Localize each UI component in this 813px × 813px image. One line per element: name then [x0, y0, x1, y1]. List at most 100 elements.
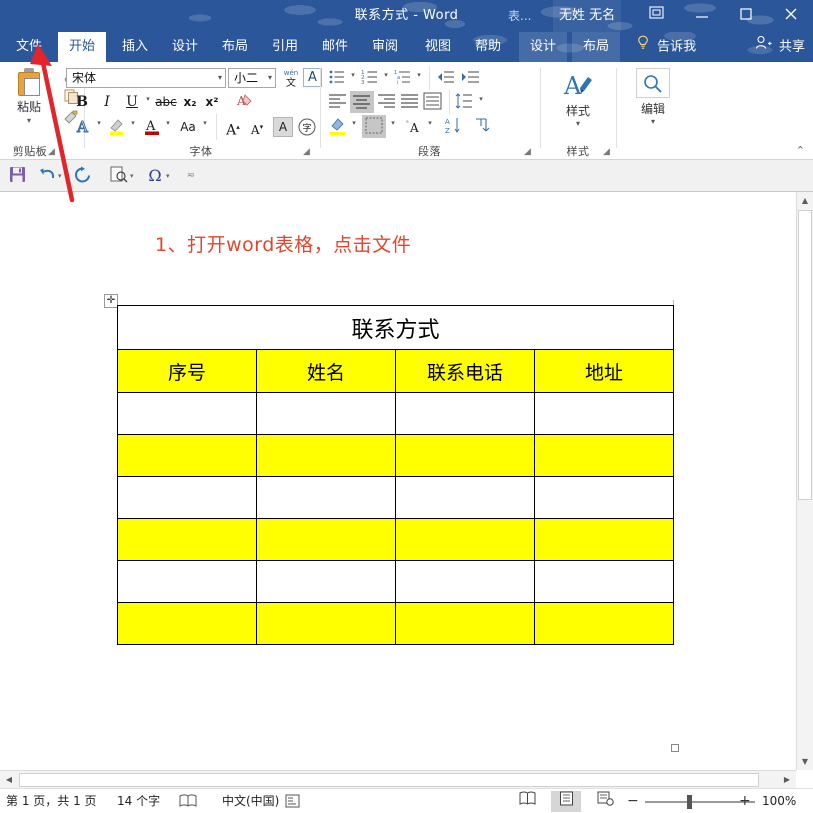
read-mode-icon[interactable] — [512, 791, 542, 812]
font-size-dropdown-icon[interactable]: ▾ — [268, 69, 272, 87]
symbol-omega-icon[interactable]: Ω — [144, 166, 166, 186]
font-color-dropdown-icon[interactable]: ▾ — [163, 119, 173, 133]
styles-dialog-launcher-icon[interactable]: ◢ — [601, 147, 612, 158]
align-right-icon[interactable] — [376, 92, 398, 112]
zoom-out-button[interactable]: − — [627, 789, 639, 813]
table-header-cell-2[interactable]: 联系电话 — [395, 349, 535, 393]
multilevel-list-icon[interactable]: 1 a i — [393, 68, 413, 88]
tab-home[interactable]: 开始 — [58, 32, 106, 62]
close-icon[interactable] — [768, 0, 813, 32]
show-formatting-marks-icon[interactable] — [472, 116, 494, 138]
account-hint[interactable]: 表... — [508, 0, 531, 32]
table-cell[interactable] — [256, 392, 396, 435]
language-indicator[interactable]: 中文(中国) — [222, 789, 279, 813]
phonetic-guide-icon[interactable]: wén 文 — [281, 67, 301, 89]
editing-button[interactable]: 编辑 ▾ — [630, 68, 676, 126]
word-count[interactable]: 14 个字 — [117, 789, 160, 813]
proofing-errors-icon[interactable] — [179, 789, 199, 813]
bold-button[interactable]: B — [72, 92, 92, 112]
underline-button[interactable]: U — [122, 92, 142, 112]
table-cell[interactable] — [534, 560, 674, 603]
numbered-list-icon[interactable]: 1 2 3 — [360, 68, 380, 88]
print-preview-dropdown-icon[interactable]: ▾ — [130, 172, 134, 180]
scroll-down-icon[interactable]: ▼ — [797, 753, 813, 770]
justify-icon[interactable] — [399, 92, 421, 112]
enclose-character-icon[interactable]: 字 — [297, 117, 317, 137]
sort-icon[interactable]: A Z — [443, 116, 465, 138]
increase-indent-icon[interactable] — [459, 68, 481, 88]
paragraph-shading-dropdown-icon[interactable]: ▾ — [349, 119, 359, 133]
chevron-up-icon[interactable]: ⌃ — [796, 144, 805, 157]
tab-layout[interactable]: 布局 — [214, 32, 256, 62]
table-cell[interactable] — [395, 392, 535, 435]
italic-button[interactable]: I — [97, 92, 117, 112]
table-cell[interactable] — [395, 476, 535, 519]
font-name-dropdown-icon[interactable]: ▾ — [218, 69, 222, 87]
clear-formatting-icon[interactable]: A — [233, 92, 255, 112]
strikethrough-icon[interactable]: abc — [155, 92, 177, 112]
tab-insert[interactable]: 插入 — [114, 32, 156, 62]
table-cell[interactable] — [117, 434, 257, 477]
line-spacing-dropdown-icon[interactable]: ▾ — [476, 95, 486, 109]
maximize-icon[interactable] — [724, 0, 768, 32]
share-button[interactable]: 共享 — [755, 32, 805, 62]
undo-icon[interactable] — [36, 166, 58, 186]
table-cell[interactable] — [117, 602, 257, 645]
ribbon-display-options-icon[interactable] — [634, 0, 678, 32]
scroll-up-icon[interactable]: ▲ — [797, 192, 813, 209]
tab-table-layout[interactable]: 布局 — [572, 32, 620, 62]
save-icon[interactable] — [6, 166, 28, 186]
zoom-in-button[interactable]: + — [739, 789, 751, 813]
table-cell[interactable] — [256, 434, 396, 477]
table-cell[interactable] — [534, 392, 674, 435]
table-cell[interactable] — [256, 518, 396, 561]
paste-button[interactable]: 粘贴 ▾ — [6, 66, 52, 132]
bullet-list-dropdown-icon[interactable]: ▾ — [348, 71, 358, 85]
table-header-cell-1[interactable]: 姓名 — [256, 349, 396, 393]
styles-button[interactable]: A 样式 ▾ — [556, 70, 600, 128]
font-dialog-launcher-icon[interactable]: ◢ — [301, 147, 312, 158]
change-case-icon[interactable]: Aa — [176, 116, 200, 138]
bullet-list-icon[interactable] — [327, 68, 347, 88]
horizontal-scrollbar-thumb[interactable] — [19, 773, 759, 787]
print-preview-icon[interactable] — [108, 166, 130, 186]
table-cell[interactable] — [395, 434, 535, 477]
asian-layout-dropdown-icon[interactable]: ▾ — [425, 119, 435, 133]
font-name-input[interactable]: 宋体 ▾ — [66, 68, 226, 88]
undo-dropdown-icon[interactable]: ▾ — [58, 172, 62, 180]
font-color-icon[interactable]: A — [141, 116, 163, 138]
page-info[interactable]: 第 1 页，共 1 页 — [6, 789, 97, 813]
text-effects-icon[interactable]: A — [72, 116, 94, 138]
table-cell[interactable] — [534, 518, 674, 561]
symbol-dropdown-icon[interactable]: ▾ — [166, 172, 170, 180]
document-page[interactable]: 1、打开word表格，点击文件 ✛ 联系方式 序号 姓名 联系电话 地址 — [0, 200, 795, 760]
text-highlight-dropdown-icon[interactable]: ▾ — [128, 119, 138, 133]
font-size-input[interactable]: 小二 ▾ — [228, 68, 276, 88]
table-cell[interactable] — [256, 560, 396, 603]
shrink-font-icon[interactable]: A▾ — [246, 116, 268, 138]
subscript-icon[interactable]: x₂ — [180, 92, 200, 112]
account-name[interactable]: 无姓 无名 — [553, 0, 622, 32]
table-cell[interactable] — [256, 602, 396, 645]
character-shading-icon[interactable]: A — [273, 117, 293, 137]
tab-table-design[interactable]: 设计 — [519, 32, 567, 62]
table-cell[interactable] — [534, 476, 674, 519]
tab-help[interactable]: 帮助 — [467, 32, 509, 62]
multilevel-list-dropdown-icon[interactable]: ▾ — [414, 71, 424, 85]
paste-dropdown-caret[interactable]: ▾ — [6, 116, 52, 125]
tab-review[interactable]: 审阅 — [364, 32, 406, 62]
table-resize-handle-icon[interactable] — [671, 744, 679, 752]
more-commands-icon[interactable]: ≂ — [180, 166, 202, 186]
tab-references[interactable]: 引用 — [264, 32, 306, 62]
table-cell[interactable] — [117, 518, 257, 561]
zoom-level[interactable]: 100% — [762, 789, 796, 813]
tab-design[interactable]: 设计 — [164, 32, 206, 62]
borders-dropdown-icon[interactable]: ▾ — [388, 119, 398, 133]
numbered-list-dropdown-icon[interactable]: ▾ — [381, 71, 391, 85]
clipboard-dialog-launcher-icon[interactable]: ◢ — [46, 147, 57, 158]
decrease-indent-icon[interactable] — [434, 68, 456, 88]
table-cell[interactable] — [395, 602, 535, 645]
minimize-icon[interactable] — [680, 0, 724, 32]
table-cell[interactable] — [534, 602, 674, 645]
table-cell[interactable] — [256, 476, 396, 519]
